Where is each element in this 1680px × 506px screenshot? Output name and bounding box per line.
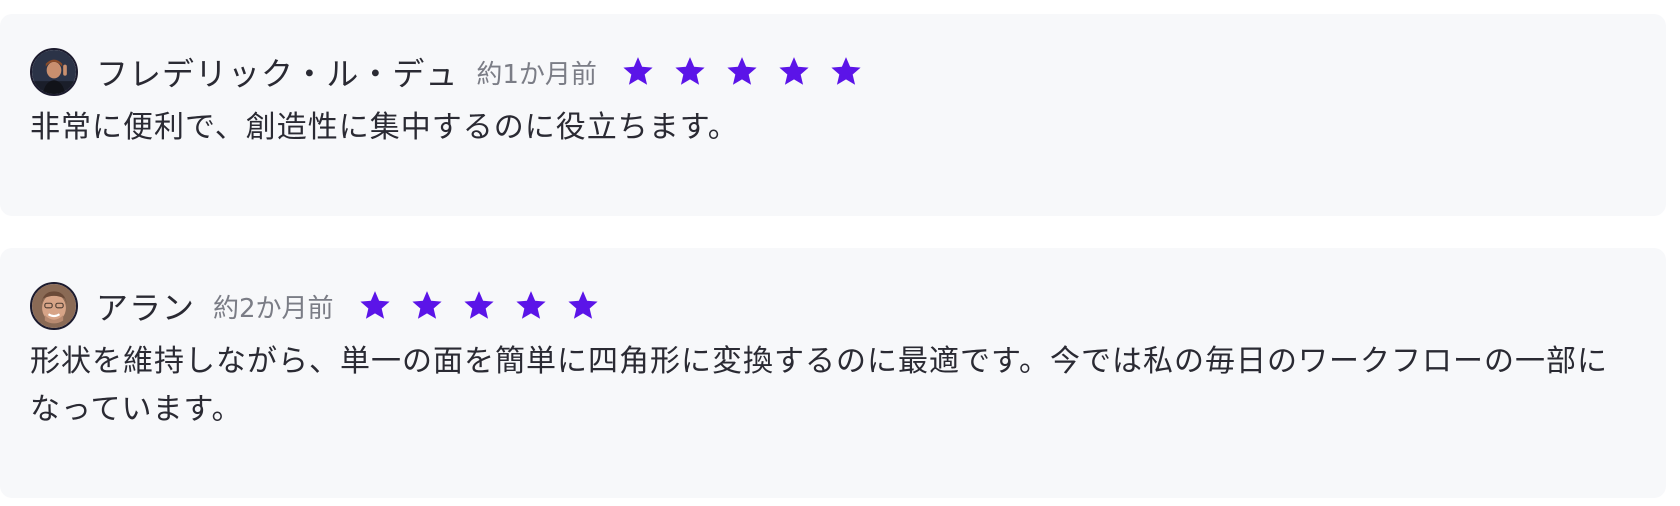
- star-icon: [514, 289, 548, 323]
- review-text: 形状を維持しながら、単一の面を簡単に四角形に変換するのに最適です。今では私の毎日…: [30, 344, 1608, 427]
- reviewer-name: フレデリック・ル・デュ: [96, 55, 459, 93]
- star-icon: [410, 289, 444, 323]
- star-rating: [358, 289, 618, 323]
- star-icon: [566, 289, 600, 323]
- star-icon: [673, 55, 707, 89]
- review-text: 非常に便利で、創造性に集中するのに役立ちます。: [30, 110, 739, 145]
- star-icon: [725, 55, 759, 89]
- star-icon: [462, 289, 496, 323]
- review-date: 約2か月前: [213, 293, 334, 324]
- review-card: アラン 約2か月前 形状を維持しながら、単一の面を簡単に四角形に変換するのに最適…: [0, 248, 1666, 498]
- review-header: アラン 約2か月前: [30, 280, 618, 332]
- review-header: フレデリック・ル・デュ 約1か月前: [30, 46, 881, 98]
- star-icon: [621, 55, 655, 89]
- star-icon: [777, 55, 811, 89]
- star-icon: [829, 55, 863, 89]
- reviewer-avatar: [30, 48, 78, 96]
- review-card: フレデリック・ル・デュ 約1か月前 非常に便利で、創造性に集中するのに役立ちます…: [0, 14, 1666, 216]
- star-rating: [621, 55, 881, 89]
- star-icon: [358, 289, 392, 323]
- review-date: 約1か月前: [476, 59, 597, 90]
- reviewer-name: アラン: [96, 289, 196, 327]
- reviewer-avatar: [30, 282, 78, 330]
